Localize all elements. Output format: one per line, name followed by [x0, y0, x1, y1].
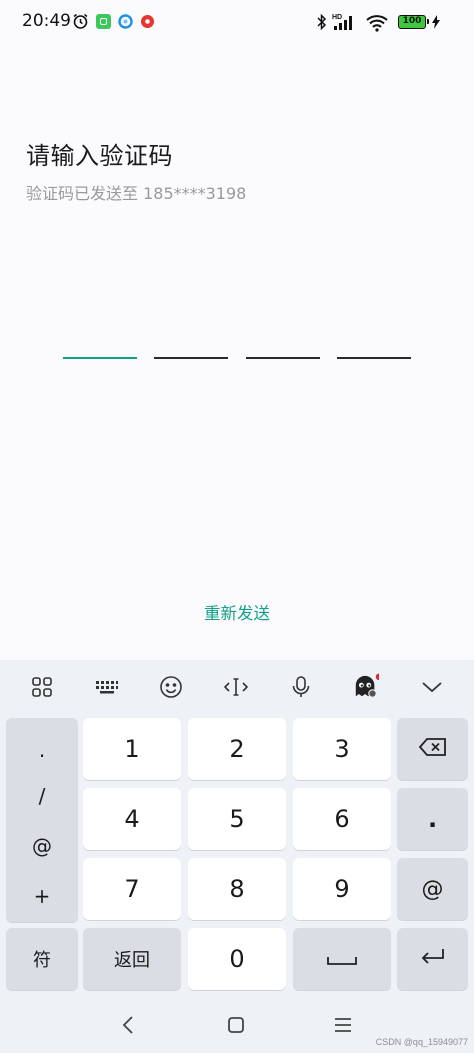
key-at[interactable]: @ — [397, 858, 468, 920]
status-bar: 20:49 HD 100 — [0, 0, 474, 44]
key-8[interactable]: 8 — [188, 858, 286, 920]
menu-icon[interactable] — [331, 1013, 355, 1037]
key-5[interactable]: 5 — [188, 788, 286, 850]
home-icon[interactable] — [224, 1013, 248, 1037]
battery-icon: 100 — [398, 15, 429, 29]
enter-icon — [419, 945, 447, 973]
page-subtitle: 验证码已发送至 185****3198 — [26, 184, 247, 203]
code-slot-2[interactable] — [154, 357, 228, 359]
key-6[interactable]: 6 — [293, 788, 391, 850]
symbol-column[interactable]: . / @ + — [6, 718, 78, 922]
app-green-icon — [96, 14, 111, 29]
back-button[interactable]: 返回 — [83, 928, 181, 990]
app-blue-icon — [118, 14, 133, 29]
key-7[interactable]: 7 — [83, 858, 181, 920]
microphone-icon[interactable] — [288, 674, 314, 700]
ghost-skin-icon[interactable] — [353, 673, 379, 700]
symbol-slash[interactable]: / — [6, 784, 78, 808]
key-2[interactable]: 2 — [188, 718, 286, 780]
key-1[interactable]: 1 — [83, 718, 181, 780]
symbol-period[interactable]: . — [6, 738, 78, 762]
status-time: 20:49 — [22, 11, 71, 31]
enter-button[interactable] — [397, 928, 468, 990]
backspace-icon — [418, 735, 448, 763]
key-4[interactable]: 4 — [83, 788, 181, 850]
signal-icon: HD — [332, 12, 358, 32]
emoji-icon[interactable] — [158, 674, 184, 700]
charging-icon — [432, 14, 440, 29]
page-title: 请输入验证码 — [26, 142, 173, 170]
bluetooth-icon — [316, 12, 328, 32]
app-red-icon — [140, 14, 155, 29]
key-9[interactable]: 9 — [293, 858, 391, 920]
watermark: CSDN @qq_15949077 — [375, 1037, 468, 1047]
code-slot-3[interactable] — [246, 357, 320, 359]
symbol-plus[interactable]: + — [6, 884, 78, 908]
symbol-at[interactable]: @ — [6, 834, 78, 858]
cursor-icon[interactable] — [223, 674, 249, 700]
key-0[interactable]: 0 — [188, 928, 286, 990]
backspace-button[interactable] — [397, 718, 468, 780]
key-3[interactable]: 3 — [293, 718, 391, 780]
symbols-button[interactable]: 符 — [6, 928, 78, 990]
chevron-down-icon[interactable] — [419, 674, 445, 700]
navigation-bar: CSDN @qq_15949077 — [0, 995, 474, 1053]
keyboard-toolbar — [0, 660, 474, 716]
keyboard-icon[interactable] — [94, 674, 120, 700]
alarm-icon — [72, 13, 89, 30]
space-button[interactable] — [293, 928, 391, 990]
space-icon — [326, 945, 358, 973]
key-dot[interactable]: . — [397, 788, 468, 850]
back-icon[interactable] — [116, 1013, 140, 1037]
code-slot-1[interactable] — [63, 357, 137, 359]
code-slot-4[interactable] — [337, 357, 411, 359]
resend-button[interactable]: 重新发送 — [0, 600, 474, 624]
grid-icon[interactable] — [29, 674, 55, 700]
network-badge: HD — [332, 14, 342, 21]
wifi-icon — [366, 14, 388, 32]
